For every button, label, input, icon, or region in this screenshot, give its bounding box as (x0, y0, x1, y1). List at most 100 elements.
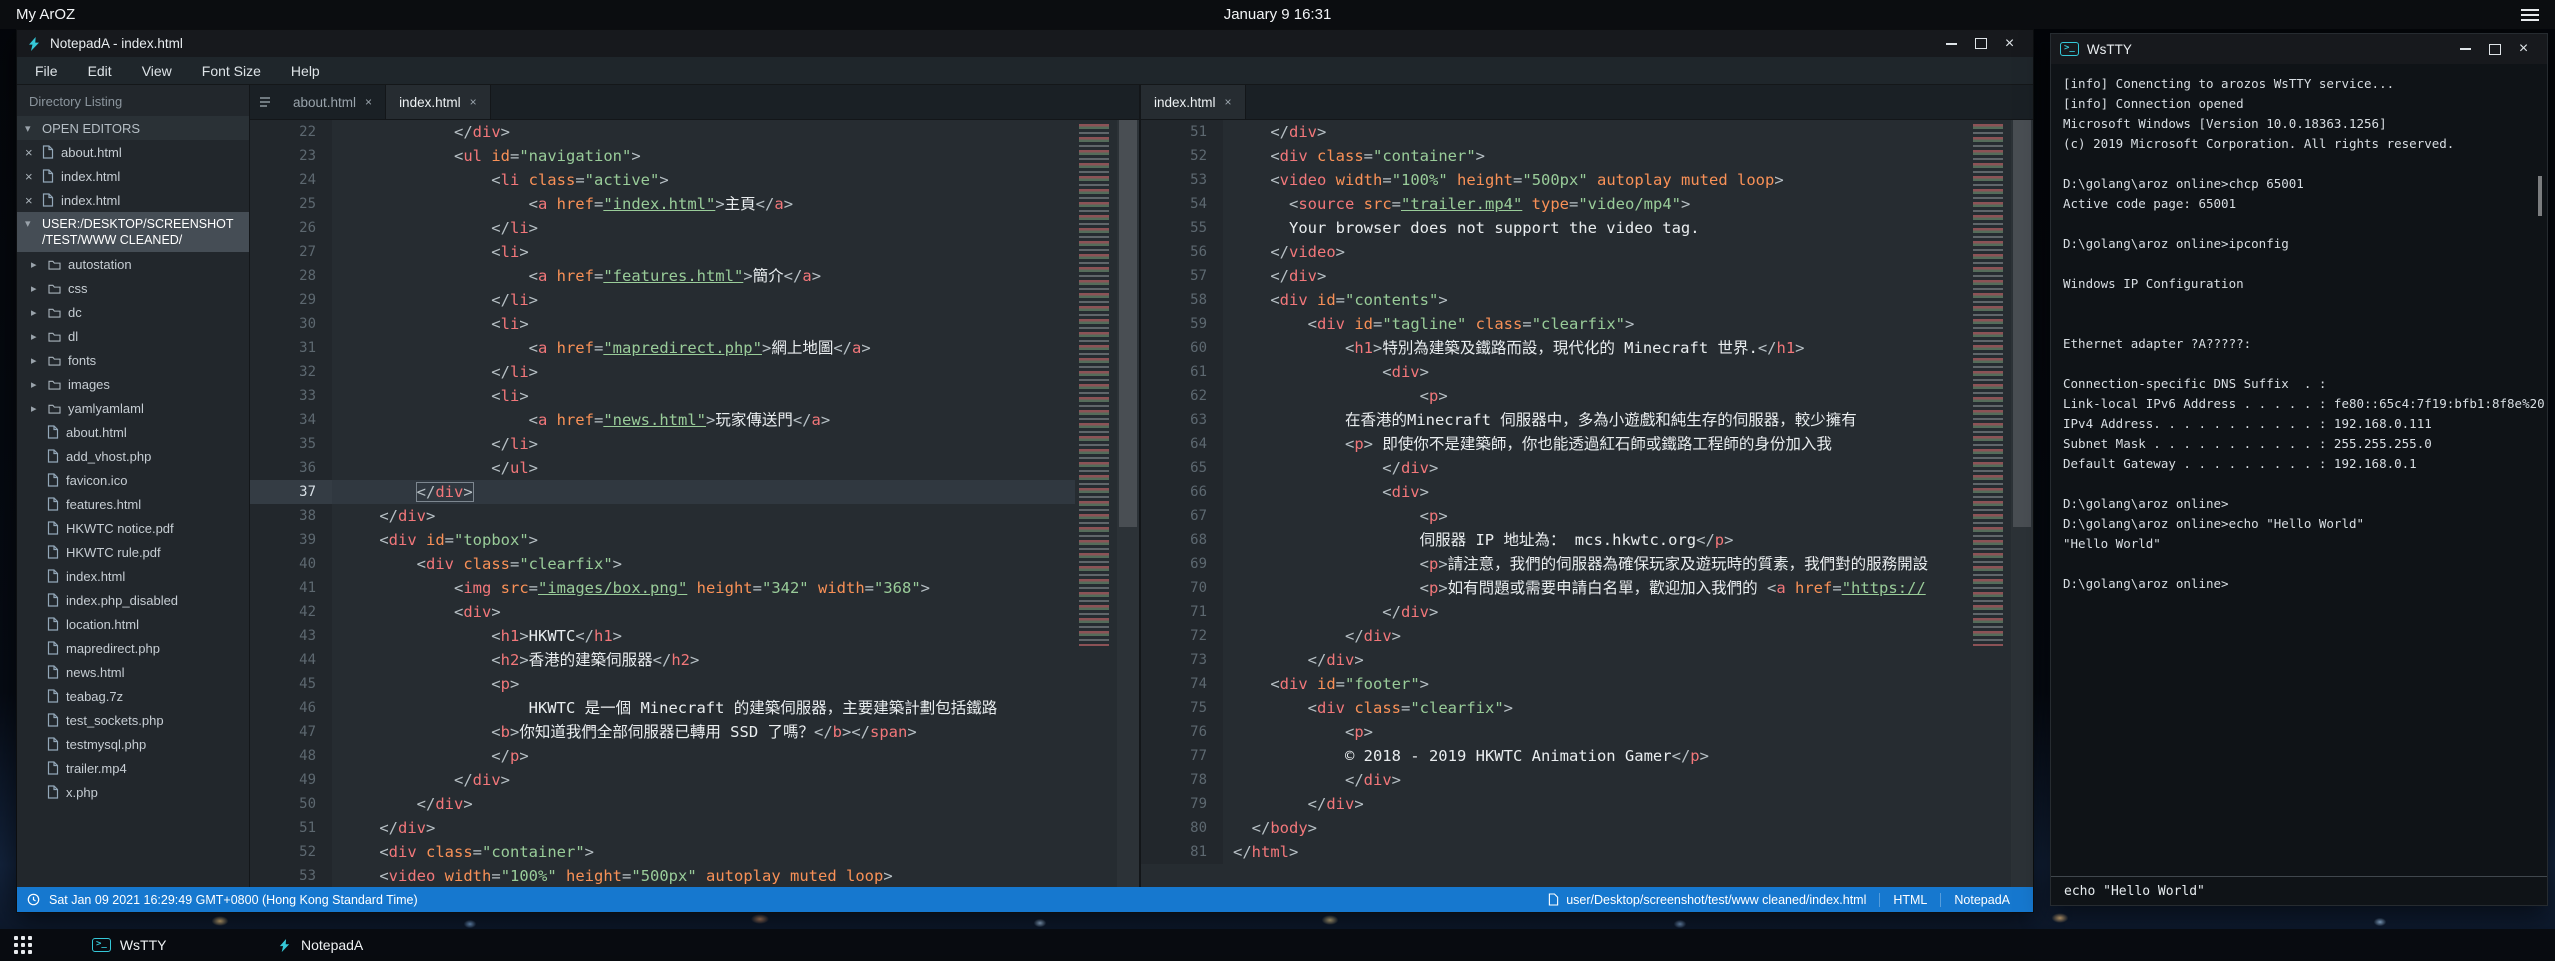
close-icon[interactable]: × (365, 95, 372, 109)
code-line: 58 <div id="contents"> (1141, 288, 2033, 312)
scrollbar-thumb[interactable] (2538, 176, 2542, 216)
notepada-titlebar[interactable]: NotepadA - index.html × (17, 30, 2033, 57)
minimize-button[interactable] (2451, 36, 2480, 63)
close-button[interactable]: × (2509, 36, 2538, 63)
file-icon (42, 193, 54, 207)
tab-about-html[interactable]: about.html × (280, 85, 386, 119)
app-launcher-icon[interactable] (12, 934, 34, 956)
tree-folder-item[interactable]: ▸autostation (17, 252, 249, 276)
file-list-icon[interactable] (250, 85, 280, 119)
close-icon[interactable]: × (25, 169, 35, 184)
code-line: 51 </div> (1141, 120, 2033, 144)
document-icon (1548, 893, 1559, 906)
close-button[interactable]: × (1995, 30, 2024, 57)
tree-folder-item[interactable]: ▸css (17, 276, 249, 300)
terminal-output[interactable]: [info] Conencting to arozos WsTTY servic… (2051, 64, 2547, 876)
close-icon[interactable]: × (1225, 95, 1232, 109)
file-icon (47, 713, 59, 727)
tree-file-item[interactable]: features.html (17, 492, 249, 516)
status-language-mode[interactable]: HTML (1879, 893, 1940, 907)
tree-folder-item[interactable]: ▸fonts (17, 348, 249, 372)
tree-folder-item[interactable]: ▸images (17, 372, 249, 396)
code-editor-right[interactable]: 51 </div>52 <div class="container">53 <v… (1141, 120, 2033, 887)
hamburger-menu-icon[interactable] (2521, 9, 2539, 21)
tree-folder-item[interactable]: ▸dl (17, 324, 249, 348)
file-icon (47, 521, 59, 535)
close-icon[interactable]: × (470, 95, 477, 109)
scrollbar[interactable] (1117, 120, 1139, 887)
tree-file-item[interactable]: HKWTC rule.pdf (17, 540, 249, 564)
file-icon (42, 145, 54, 159)
code-line: 32 </li> (250, 360, 1139, 384)
open-editor-item[interactable]: ×index.html (17, 164, 249, 188)
scrollbar-thumb[interactable] (1119, 120, 1137, 527)
close-icon[interactable]: × (25, 193, 35, 208)
minimize-button[interactable] (1937, 30, 1966, 57)
system-topbar: My ArOZ January 9 16:31 (0, 0, 2555, 29)
wstty-titlebar[interactable]: >_ WsTTY × (2051, 34, 2547, 64)
open-editors-header[interactable]: ▾ OPEN EDITORS (17, 116, 249, 140)
tree-file-item[interactable]: test_sockets.php (17, 708, 249, 732)
line-number: 51 (1141, 120, 1223, 144)
maximize-button[interactable] (1966, 30, 1995, 57)
maximize-button[interactable] (2480, 36, 2509, 63)
folder-icon (48, 379, 61, 390)
tree-file-item[interactable]: about.html (17, 420, 249, 444)
terminal-line (2063, 214, 2535, 234)
code-line: 46 HKWTC 是一個 Minecraft 的建築伺服器，主要建築計劃包括鐵路 (250, 696, 1139, 720)
tree-folder-item[interactable]: ▸dc (17, 300, 249, 324)
tree-file-item[interactable]: HKWTC notice.pdf (17, 516, 249, 540)
file-icon (47, 425, 59, 439)
code-line: 31 <a href="mapredirect.php">網上地圖</a> (250, 336, 1139, 360)
menu-help[interactable]: Help (291, 63, 320, 79)
menu-font-size[interactable]: Font Size (202, 63, 261, 79)
terminal-line: D:\golang\aroz online> (2063, 494, 2535, 514)
tree-file-item[interactable]: x.php (17, 780, 249, 804)
aroz-brand[interactable]: My ArOZ (16, 6, 75, 23)
menu-view[interactable]: View (142, 63, 172, 79)
tree-file-item[interactable]: index.html (17, 564, 249, 588)
status-filepath[interactable]: user/Desktop/screenshot/test/www cleaned… (1535, 893, 1879, 907)
code-line: 50 </div> (250, 792, 1139, 816)
taskbar-item-notepada[interactable]: NotepadA (267, 929, 452, 961)
scrollbar-thumb[interactable] (2013, 120, 2031, 527)
code-line: 61 <div> (1141, 360, 2033, 384)
workspace-root[interactable]: ▾ USER:/DESKTOP/SCREENSHOT /TEST/WWW CLE… (17, 212, 249, 252)
code-line: 81</html> (1141, 840, 2033, 864)
minimap[interactable] (1969, 120, 2011, 887)
line-number: 67 (1141, 504, 1223, 528)
file-icon (47, 497, 59, 511)
tree-file-item[interactable]: testmysql.php (17, 732, 249, 756)
tab-index-html[interactable]: index.html × (1141, 85, 1246, 119)
minimap[interactable] (1075, 120, 1117, 887)
tree-folder-item[interactable]: ▸yamlyamlaml (17, 396, 249, 420)
code-line: 48 </p> (250, 744, 1139, 768)
code-line: 43 <h1>HKWTC</h1> (250, 624, 1139, 648)
tree-file-item[interactable]: add_vhost.php (17, 444, 249, 468)
directory-sidebar: Directory Listing ▾ OPEN EDITORS ×about.… (17, 85, 250, 887)
scrollbar[interactable] (2011, 120, 2033, 887)
menu-edit[interactable]: Edit (88, 63, 112, 79)
tree-file-item[interactable]: trailer.mp4 (17, 756, 249, 780)
code-line: 41 <img src="images/box.png" height="342… (250, 576, 1139, 600)
tree-file-item[interactable]: news.html (17, 660, 249, 684)
close-icon[interactable]: × (25, 145, 35, 160)
tree-file-item[interactable]: index.php_disabled (17, 588, 249, 612)
code-line: 45 <p> (250, 672, 1139, 696)
line-number: 38 (250, 504, 332, 528)
tree-file-item[interactable]: mapredirect.php (17, 636, 249, 660)
tree-file-item[interactable]: location.html (17, 612, 249, 636)
file-icon (47, 641, 59, 655)
tree-file-item[interactable]: teabag.7z (17, 684, 249, 708)
tab-index-html[interactable]: index.html × (386, 85, 491, 119)
taskbar-item-wstty[interactable]: >_ WsTTY (82, 929, 267, 961)
menu-file[interactable]: File (35, 63, 58, 79)
terminal-line: D:\golang\aroz online>ipconfig (2063, 234, 2535, 254)
terminal-input[interactable]: echo "Hello World" (2051, 876, 2547, 905)
open-editor-item[interactable]: ×about.html (17, 140, 249, 164)
open-editor-item[interactable]: ×index.html (17, 188, 249, 212)
folder-icon (48, 307, 61, 318)
tree-file-item[interactable]: favicon.ico (17, 468, 249, 492)
line-number: 65 (1141, 456, 1223, 480)
code-editor-left[interactable]: 22 </div>23 <ul id="navigation">24 <li c… (250, 120, 1139, 887)
